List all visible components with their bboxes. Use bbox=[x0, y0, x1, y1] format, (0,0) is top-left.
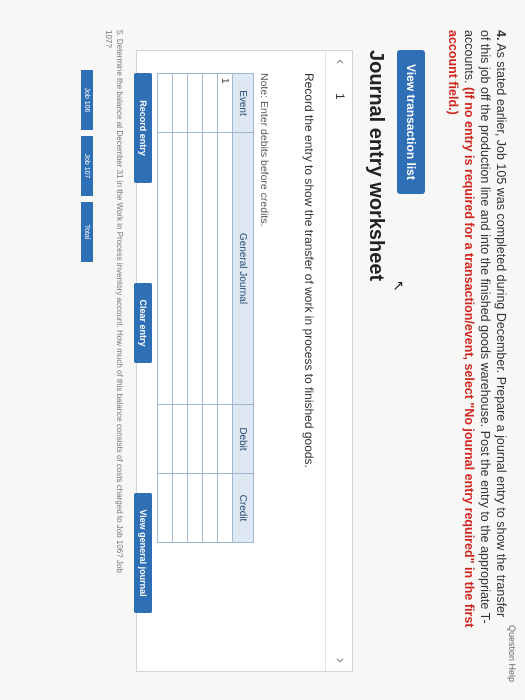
record-entry-button[interactable]: Record entry bbox=[134, 73, 152, 183]
worksheet-page-number[interactable]: 1 bbox=[333, 93, 347, 100]
col-general-journal: General Journal bbox=[232, 132, 254, 405]
view-general-journal-button[interactable]: View general journal bbox=[134, 493, 152, 613]
view-transaction-list-button[interactable]: View transaction list bbox=[397, 50, 425, 194]
worksheet-instruction: Record the entry to show the transfer of… bbox=[302, 73, 316, 468]
credit-cell[interactable] bbox=[157, 473, 173, 543]
tab-job-106[interactable]: Job 106 bbox=[81, 70, 93, 130]
event-cell bbox=[187, 73, 203, 133]
debit-cell[interactable] bbox=[172, 404, 188, 474]
required-note: (If no entry is required for a transacti… bbox=[446, 30, 476, 628]
note-label: Note: bbox=[258, 73, 270, 99]
chevron-left-icon[interactable]: ‹ bbox=[331, 59, 349, 64]
table-row bbox=[172, 73, 188, 543]
rotated-page: Question Help 4. As stated earlier, Job … bbox=[0, 0, 525, 700]
worksheet-pager: ‹ 1 › bbox=[325, 51, 352, 671]
credit-cell[interactable] bbox=[202, 473, 218, 543]
credit-cell[interactable] bbox=[217, 473, 233, 543]
question-number: 4. bbox=[494, 30, 508, 41]
account-cell[interactable] bbox=[187, 132, 203, 405]
question-5: 5. Determine the balance at December 31 … bbox=[104, 30, 124, 573]
worksheet-note: Note: Enter debits before credits. bbox=[258, 73, 270, 227]
debit-cell[interactable] bbox=[157, 404, 173, 474]
credit-cell[interactable] bbox=[187, 473, 203, 543]
event-cell bbox=[157, 73, 173, 133]
credit-cell[interactable] bbox=[172, 473, 188, 543]
mouse-cursor-icon: ↖ bbox=[391, 280, 407, 292]
account-cell[interactable] bbox=[172, 132, 188, 405]
col-debit: Debit bbox=[232, 404, 254, 474]
col-event: Event bbox=[232, 73, 254, 133]
debit-cell[interactable] bbox=[217, 404, 233, 474]
event-cell: 1 bbox=[217, 73, 233, 133]
debit-cell[interactable] bbox=[187, 404, 203, 474]
clear-entry-button[interactable]: Clear entry bbox=[134, 283, 152, 363]
journal-table: Event General Journal Debit Credit 1 bbox=[157, 73, 254, 543]
tab-total[interactable]: Total bbox=[81, 202, 93, 262]
table-row bbox=[202, 73, 218, 543]
chevron-right-icon[interactable]: › bbox=[331, 658, 349, 663]
question-help-link[interactable]: Question Help bbox=[507, 625, 517, 682]
col-credit: Credit bbox=[232, 473, 254, 543]
account-cell[interactable] bbox=[217, 132, 233, 405]
account-cell[interactable] bbox=[157, 132, 173, 405]
account-cell[interactable] bbox=[202, 132, 218, 405]
note-text: Enter debits before credits. bbox=[258, 101, 270, 227]
question-4: 4. As stated earlier, Job 105 was comple… bbox=[445, 30, 509, 630]
table-row: 1 bbox=[217, 73, 233, 543]
worksheet-card: ‹ 1 › Record the entry to show the trans… bbox=[134, 50, 353, 672]
tab-job-107[interactable]: Job 107 bbox=[81, 136, 93, 196]
worksheet-title: Journal entry worksheet bbox=[365, 50, 387, 282]
table-row bbox=[157, 73, 173, 543]
journal-header-row: Event General Journal Debit Credit bbox=[232, 73, 254, 543]
photo-viewport: Question Help 4. As stated earlier, Job … bbox=[0, 0, 525, 700]
event-cell bbox=[202, 73, 218, 133]
event-cell bbox=[172, 73, 188, 133]
table-row bbox=[187, 73, 203, 543]
debit-cell[interactable] bbox=[202, 404, 218, 474]
